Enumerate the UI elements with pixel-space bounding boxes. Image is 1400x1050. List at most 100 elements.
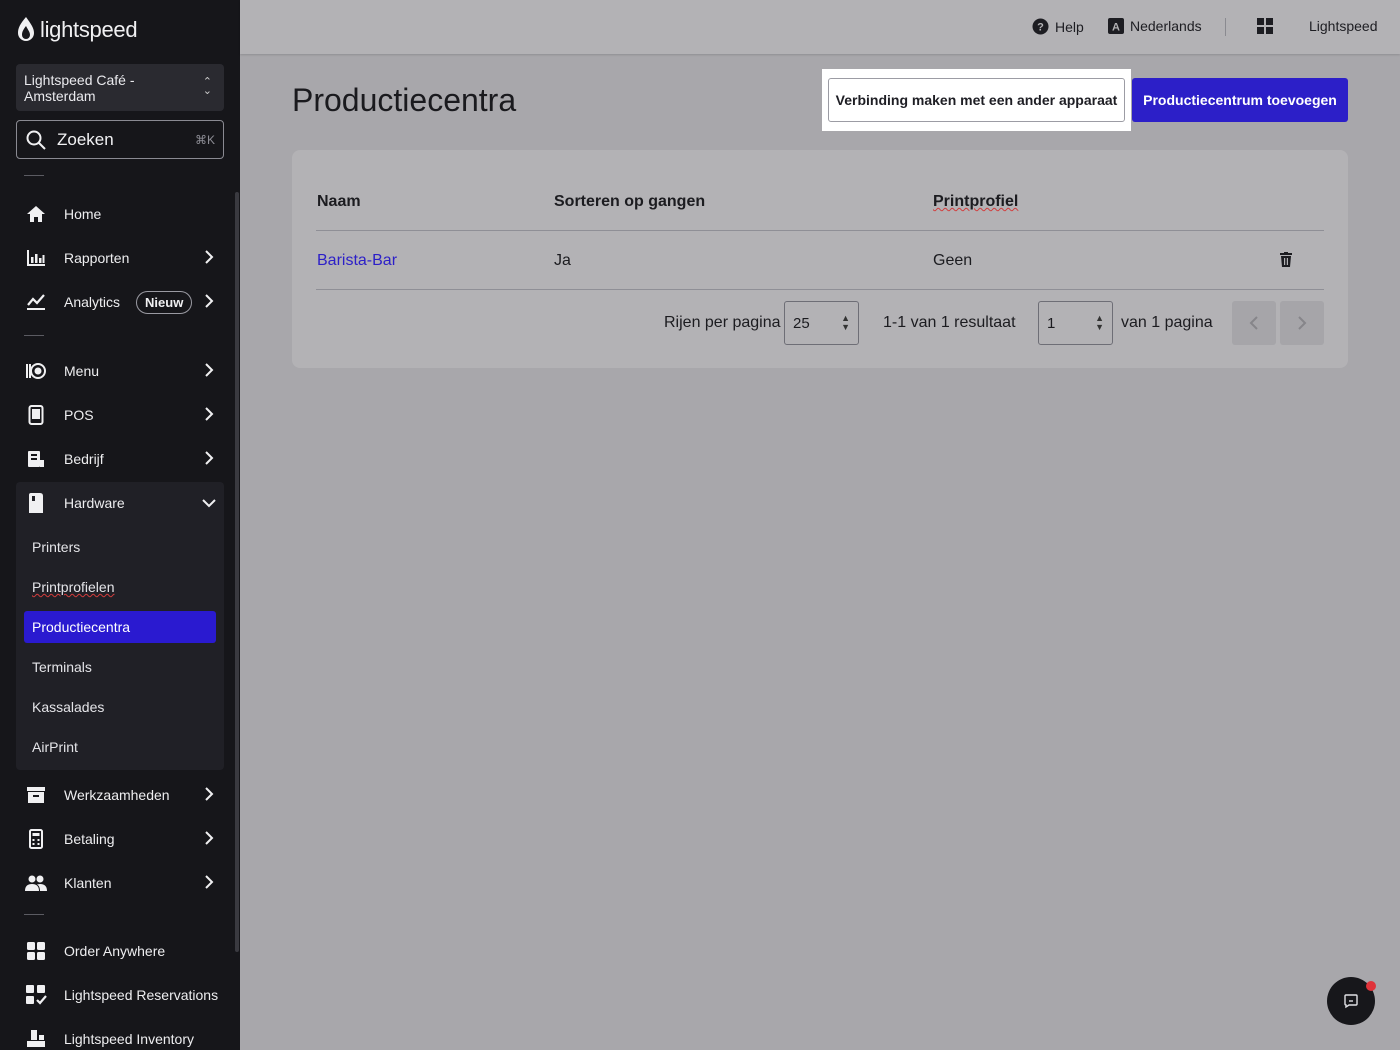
column-header-printprofiel[interactable]: Printprofiel (933, 193, 1018, 211)
sidebar-scrollbar[interactable] (235, 192, 239, 952)
sidebar-item-bedrijf[interactable]: Bedrijf (16, 439, 224, 479)
rows-per-page-value: 25 (793, 314, 810, 332)
sidebar-item-label: Hardware (64, 495, 125, 511)
sidebar-item-order-anywhere[interactable]: Order Anywhere (16, 931, 224, 971)
search-input[interactable]: Zoeken ⌘K (16, 120, 224, 159)
divider (316, 289, 1324, 290)
chevron-right-icon (205, 831, 214, 845)
language-selector[interactable]: A Nederlands (1108, 18, 1202, 34)
page-count: van 1 pagina (1121, 314, 1213, 331)
chevron-down-icon (202, 499, 216, 508)
sidebar-item-label: Klanten (64, 875, 112, 891)
page-value: 1 (1047, 314, 1056, 332)
chevron-right-icon (205, 787, 214, 801)
plate-icon (24, 359, 48, 383)
divider (24, 175, 44, 176)
sidebar-item-home[interactable]: Home (16, 194, 224, 234)
sidebar-item-reservations[interactable]: Lightspeed Reservations (16, 975, 224, 1015)
help-icon: ? (1032, 18, 1049, 35)
divider (24, 914, 44, 915)
chevron-right-icon (205, 250, 214, 264)
svg-text:A: A (1112, 22, 1120, 34)
result-count: 1-1 van 1 resultaat (883, 314, 1016, 331)
sidebar-subitem-label: Printers (32, 539, 81, 555)
business-icon (24, 447, 48, 471)
sidebar-item-pos[interactable]: POS (16, 395, 224, 435)
line-chart-icon (24, 290, 48, 314)
sidebar-item-label: Lightspeed Reservations (64, 987, 219, 1003)
grid-icon (24, 939, 48, 963)
sidebar-subitem-printprofielen[interactable]: Printprofielen (24, 571, 216, 603)
chevron-right-icon (1298, 316, 1307, 330)
sidebar-item-label: Rapporten (64, 250, 130, 266)
sidebar-item-menu[interactable]: Menu (16, 351, 224, 391)
sidebar-item-label: Bedrijf (64, 451, 104, 467)
logo-text: lightspeed (40, 17, 138, 42)
column-header-sorteren[interactable]: Sorteren op gangen (554, 193, 705, 211)
sidebar-subitem-kassalades[interactable]: Kassalades (24, 691, 216, 723)
rows-per-page-label: Rijen per pagina (664, 314, 781, 331)
chevron-left-icon (1249, 316, 1258, 330)
sidebar-item-label: Home (64, 206, 102, 222)
search-shortcut: ⌘K (194, 132, 215, 147)
sidebar-subitem-productiecentra[interactable]: Productiecentra (24, 611, 216, 643)
payment-terminal-icon (24, 827, 48, 851)
trash-icon[interactable] (1280, 252, 1292, 267)
help-label: Help (1055, 18, 1084, 35)
chevron-right-icon (205, 875, 214, 889)
previous-page-button[interactable] (1232, 301, 1276, 345)
sidebar-item-label: Analytics (64, 294, 121, 310)
sidebar-item-label: Werkzaamheden (64, 787, 170, 803)
sidebar-item-klanten[interactable]: Klanten (16, 863, 224, 903)
chevron-right-icon (205, 451, 214, 465)
add-production-center-button[interactable]: Productiecentrum toevoegen (1132, 78, 1348, 122)
sidebar-item-inventory[interactable]: Lightspeed Inventory (16, 1019, 224, 1050)
rows-per-page-select[interactable]: 25 ▲ ▼ (784, 301, 859, 345)
tablet-icon (24, 403, 48, 427)
sidebar-item-werkzaamheden[interactable]: Werkzaamheden (16, 775, 224, 815)
venue-selector[interactable]: Lightspeed Café - Amsterdam ⌃ ⌄ (16, 64, 224, 111)
notification-dot (1366, 981, 1376, 991)
archive-icon (24, 783, 48, 807)
chevron-right-icon (205, 294, 214, 308)
apps-grid-icon (1257, 18, 1273, 34)
sidebar-item-hardware[interactable]: Hardware (16, 483, 224, 523)
sidebar-subitem-label: Kassalades (32, 699, 105, 715)
sidebar-item-label: Betaling (64, 831, 115, 847)
home-icon (24, 202, 48, 226)
search-label: Zoeken (57, 129, 114, 149)
page-title: Productiecentra (292, 82, 517, 118)
account-menu[interactable]: Lightspeed (1309, 18, 1378, 34)
help-link[interactable]: ? Help (1032, 18, 1084, 35)
connect-device-button[interactable]: Verbinding maken met een ander apparaat (828, 78, 1125, 122)
sidebar-subitem-terminals[interactable]: Terminals (24, 651, 216, 683)
sidebar-item-label: Lightspeed Inventory (64, 1031, 194, 1047)
sidebar-item-betaling[interactable]: Betaling (16, 819, 224, 859)
row-name-link[interactable]: Barista-Bar (317, 252, 397, 270)
venue-name: Lightspeed Café - Amsterdam (24, 72, 135, 104)
sidebar-item-analytics[interactable]: Analytics Nieuw (16, 282, 224, 322)
users-icon (24, 871, 48, 895)
sidebar-item-label: POS (64, 407, 94, 423)
page-select[interactable]: 1 ▲ ▼ (1038, 301, 1113, 345)
next-page-button[interactable] (1280, 301, 1324, 345)
account-label: Lightspeed (1309, 18, 1378, 34)
chevron-right-icon (205, 363, 214, 377)
language-label: Nederlands (1130, 18, 1202, 34)
sidebar-item-label: Menu (64, 363, 100, 379)
column-header-naam[interactable]: Naam (317, 193, 361, 211)
chevron-right-icon (205, 407, 214, 421)
up-down-icon: ▲ ▼ (1095, 313, 1104, 332)
row-sorteren: Ja (554, 252, 571, 269)
sidebar-subitem-airprint[interactable]: AirPrint (24, 731, 216, 763)
sidebar-item-rapporten[interactable]: Rapporten (16, 238, 224, 278)
new-badge: Nieuw (136, 290, 193, 314)
top-bar: ? Help A Nederlands Lightspeed (240, 0, 1400, 54)
apps-button[interactable] (1257, 18, 1273, 34)
logo[interactable]: lightspeed (16, 16, 138, 44)
svg-text:?: ? (1037, 22, 1044, 34)
bar-chart-icon (24, 246, 48, 270)
sidebar-subitem-label: Printprofielen (32, 579, 115, 595)
up-down-icon: ▲ ▼ (841, 313, 850, 332)
sidebar-subitem-printers[interactable]: Printers (24, 531, 216, 563)
